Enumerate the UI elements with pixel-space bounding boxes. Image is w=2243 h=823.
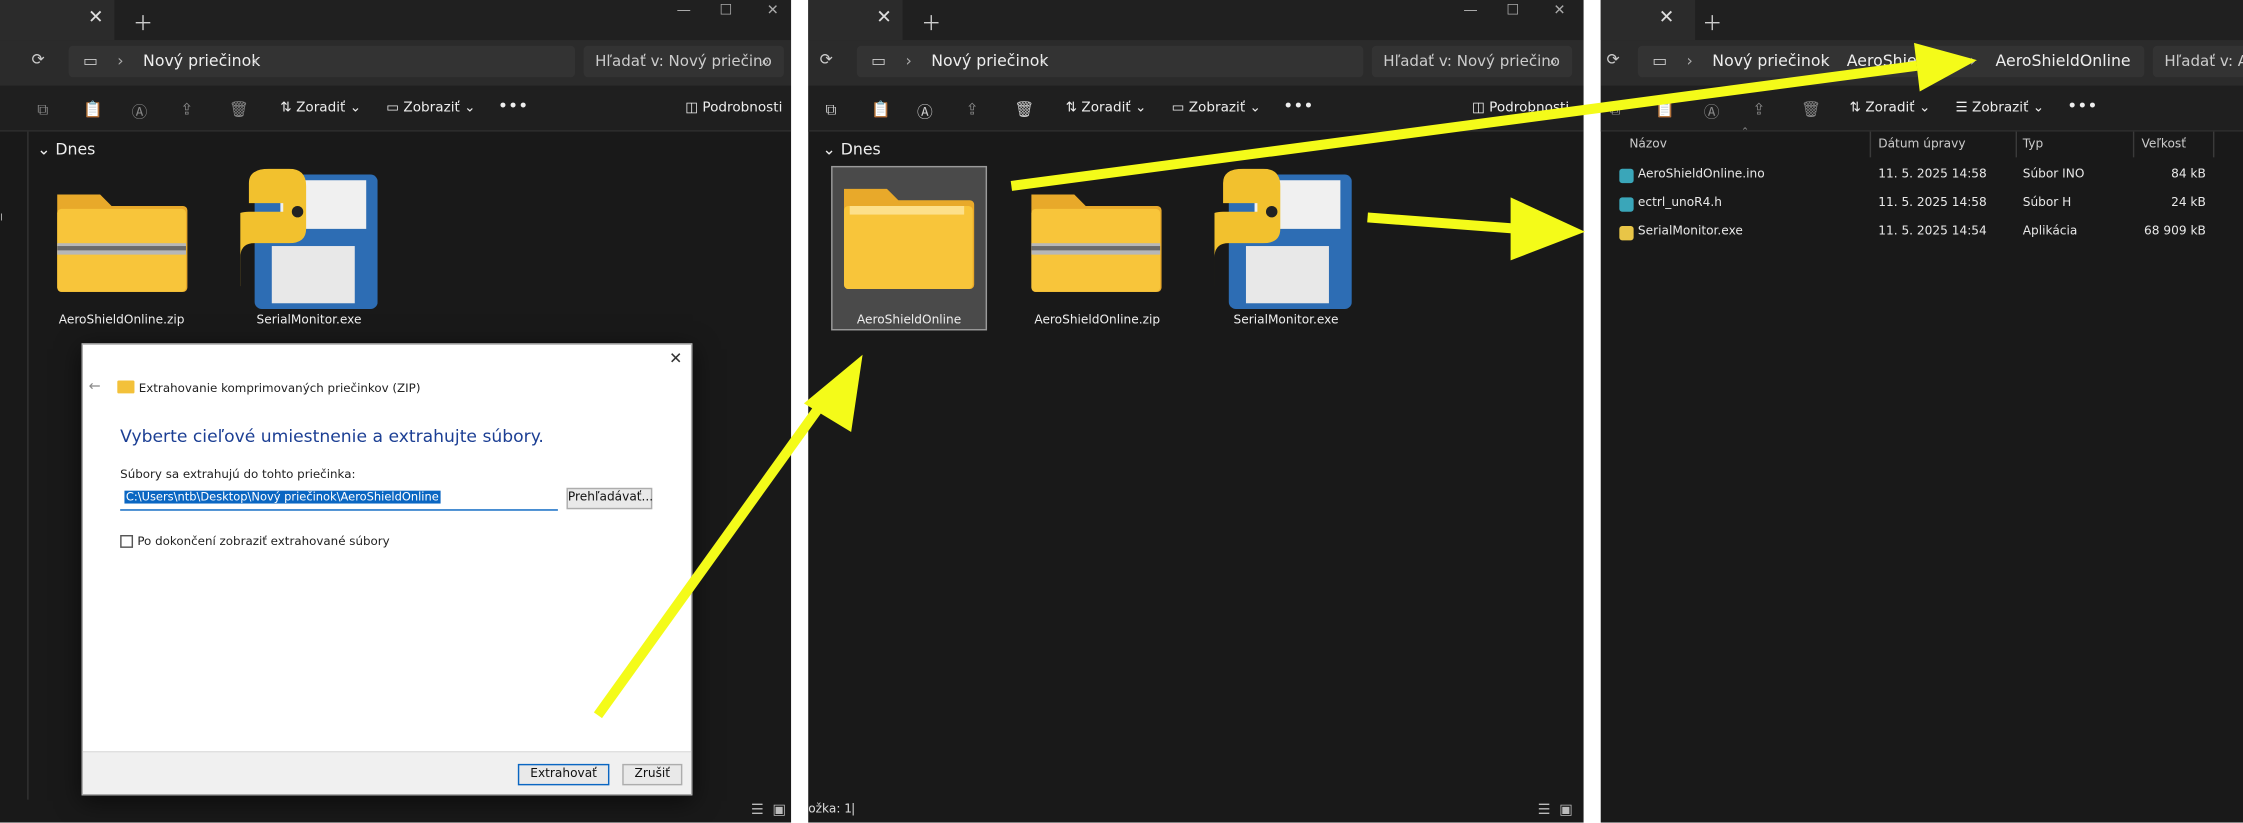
arrow-to-file-list — [1367, 212, 1520, 234]
annotation-arrows — [593, 42, 1977, 719]
arrow-to-breadcrumb — [1010, 60, 1918, 191]
screenshot-stage: ✕ ＋ — ☐ ✕ ⟳ ▭ › Nový priečinok › Hľadať … — [0, 0, 2243, 823]
arrow-to-extracted-folder — [593, 397, 829, 719]
arrowhead — [1914, 42, 1977, 92]
arrowhead — [1510, 197, 1585, 261]
